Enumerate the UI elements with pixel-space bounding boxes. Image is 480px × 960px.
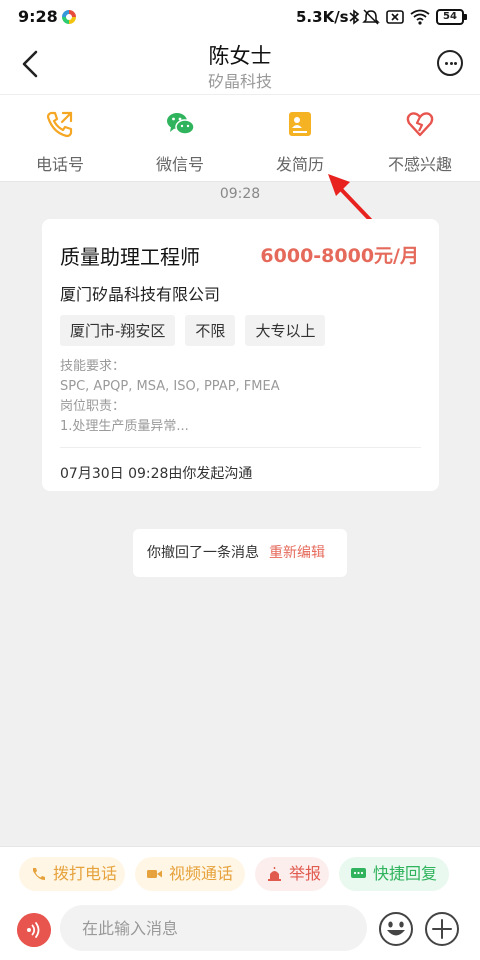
report-quick-button[interactable]: 举报 <box>255 857 329 891</box>
card-divider <box>60 447 421 448</box>
message-input[interactable] <box>60 905 367 951</box>
network-speed: 5.3K/s <box>296 8 349 26</box>
mute-icon <box>362 9 380 25</box>
requirement-line: 1.处理生产质量异常... <box>60 419 189 434</box>
requirement-line: 岗位职责： <box>60 399 126 414</box>
phone-number-button[interactable]: 电话号 <box>0 95 120 181</box>
job-card[interactable]: 质量助理工程师 6000-8000元/月 厦门矽晶科技有限公司 厦门市-翔安区 … <box>42 219 439 491</box>
wechat-icon <box>167 113 195 135</box>
phone-icon <box>33 868 45 880</box>
wechat-button[interactable]: 微信号 <box>120 95 240 181</box>
app-notification-icon <box>62 10 76 24</box>
wifi-icon <box>410 9 430 25</box>
recall-notice: 你撤回了一条消息 重新编辑 <box>133 529 347 577</box>
job-requirements: 技能要求： SPC, APQP, MSA, ISO, PPAP, FMEA 岗位… <box>60 357 280 437</box>
job-tag: 大专以上 <box>245 315 326 346</box>
reedit-link[interactable]: 重新编辑 <box>269 545 325 561</box>
status-time: 9:28 <box>18 7 58 26</box>
emoji-icon[interactable] <box>378 911 414 947</box>
bluetooth-icon <box>349 9 360 25</box>
alarm-icon <box>268 867 281 881</box>
quick-reply-icon <box>351 868 366 878</box>
video-call-quick-button[interactable]: 视频通话 <box>135 857 245 891</box>
battery-icon: 54 <box>436 9 467 25</box>
job-card-footer: 07月30日 09:28由你发起沟通 <box>60 466 253 482</box>
bottom-bar: 拨打电话 视频通话 举报 快捷回复 <box>0 846 480 960</box>
video-icon <box>147 870 162 878</box>
requirement-line: 技能要求： <box>60 359 126 374</box>
plus-icon[interactable] <box>424 911 460 947</box>
action-label: 微信号 <box>155 155 204 174</box>
more-icon[interactable] <box>437 50 463 76</box>
status-bar: 9:28 5.3K/s 54 <box>0 0 480 34</box>
phone-icon <box>46 111 73 138</box>
job-title: 质量助理工程师 <box>60 245 200 269</box>
contact-name: 陈女士 <box>208 44 272 68</box>
chat-timestamp: 09:28 <box>219 186 261 202</box>
call-quick-button[interactable]: 拨打电话 <box>19 857 125 891</box>
quick-label: 拨打电话 <box>53 864 118 883</box>
requirement-line: SPC, APQP, MSA, ISO, PPAP, FMEA <box>60 379 280 394</box>
job-company: 厦门矽晶科技有限公司 <box>60 285 221 304</box>
quick-label: 举报 <box>289 864 322 883</box>
job-tags: 厦门市-翔安区 不限 大专以上 <box>60 315 326 346</box>
job-tag: 不限 <box>185 315 236 346</box>
job-tag: 厦门市-翔安区 <box>60 315 176 346</box>
job-salary: 6000-8000元/月 <box>260 245 419 267</box>
quick-reply-button[interactable]: 快捷回复 <box>339 857 449 891</box>
contact-company: 矽晶科技 <box>207 72 272 91</box>
quick-label: 快捷回复 <box>373 864 438 883</box>
voice-icon[interactable] <box>17 913 51 947</box>
quick-label: 视频通话 <box>169 864 234 883</box>
broken-heart-icon <box>406 112 434 137</box>
sim-icon <box>386 10 404 24</box>
action-label: 电话号 <box>35 155 84 174</box>
action-bar: 电话号 微信号 发简历 不感兴趣 <box>0 94 480 182</box>
recall-message: 你撤回了一条消息 <box>147 545 259 561</box>
resume-icon <box>289 112 311 136</box>
chat-header: 陈女士 矽晶科技 <box>0 34 480 94</box>
